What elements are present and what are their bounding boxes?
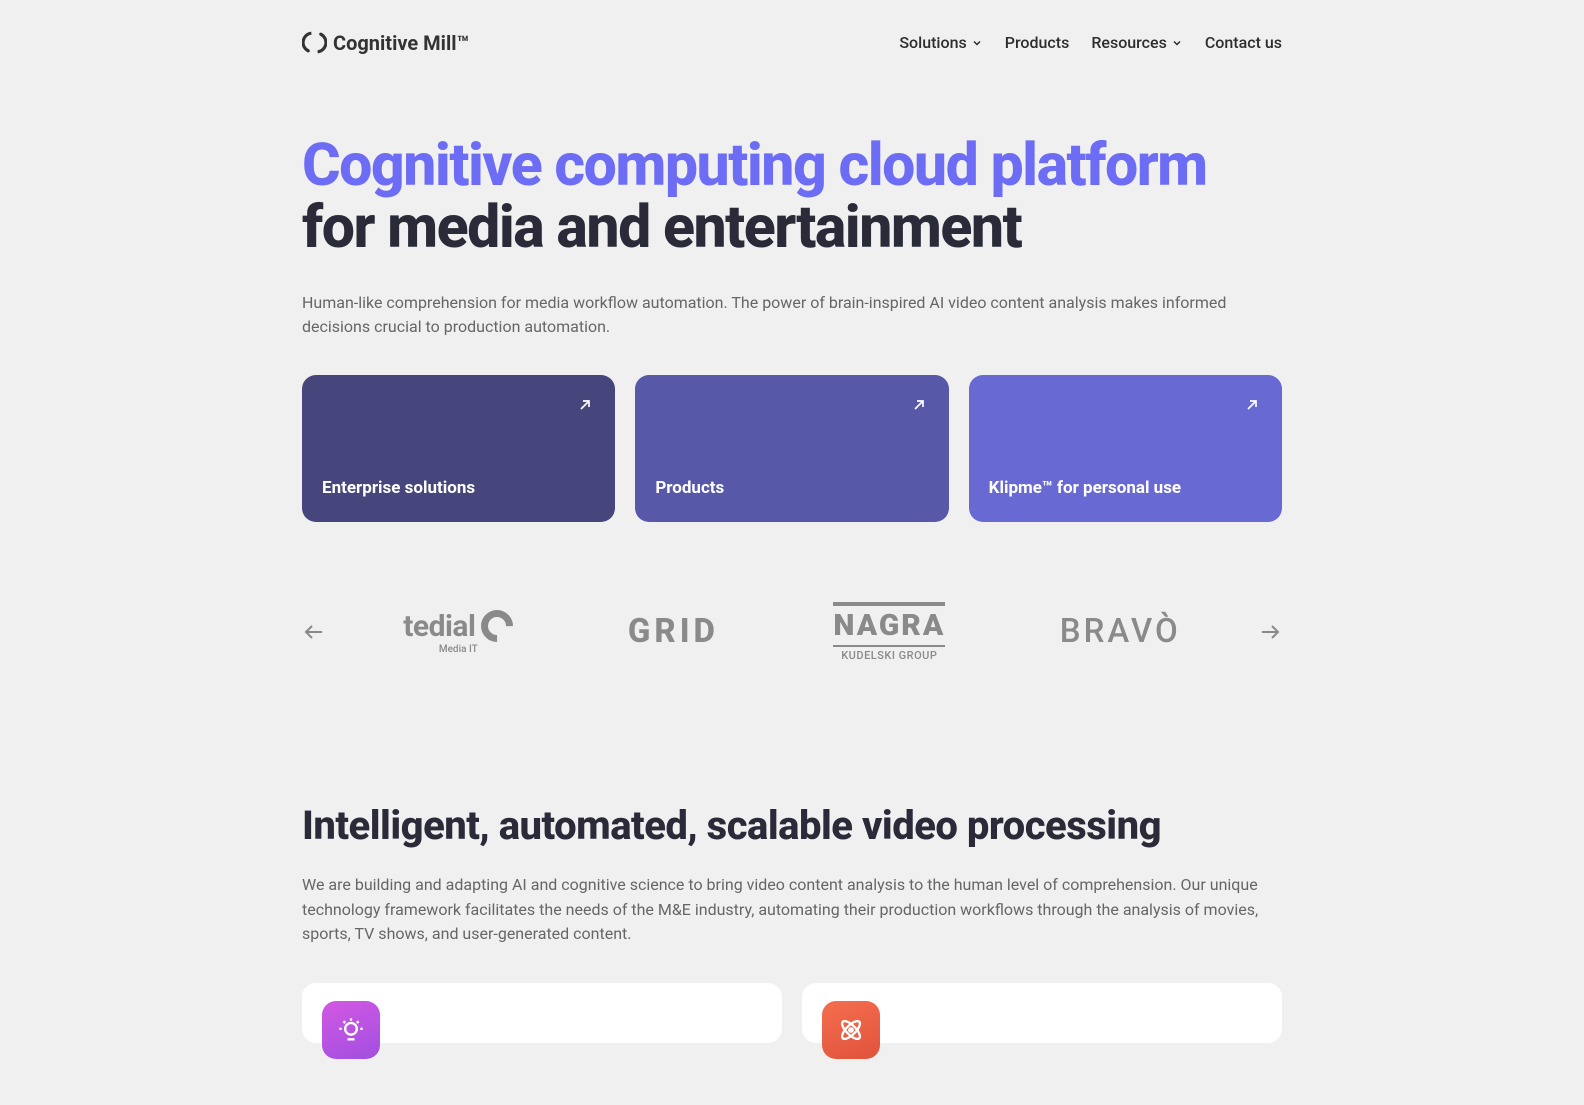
nav-products[interactable]: Products (1005, 33, 1070, 52)
arrow-up-right-icon (911, 397, 927, 413)
atom-icon (822, 1001, 880, 1059)
client-logo-bravo: BRAVÒ (1060, 612, 1181, 651)
tedial-mark-icon (475, 604, 520, 649)
section-body: We are building and adapting AI and cogn… (302, 873, 1282, 947)
main-header: Cognitive Mill™ Solutions Products Resou… (302, 0, 1282, 75)
hero-subtitle: Human-like comprehension for media workf… (302, 291, 1282, 339)
client-logo-nagra: NAGRA KUDELSKI GROUP (833, 602, 945, 662)
client-logos: tedial Media IT GRID NAGRA KUDELSKI GROU… (346, 602, 1238, 662)
nav-resources[interactable]: Resources (1091, 33, 1183, 52)
lightbulb-icon (322, 1001, 380, 1059)
hero-title-accent: Cognitive computing cloud platform (302, 131, 1207, 200)
nav-solutions[interactable]: Solutions (899, 33, 982, 52)
brand-name: Cognitive Mill™ (333, 31, 469, 55)
intro-section: Intelligent, automated, scalable video p… (302, 802, 1282, 1043)
feature-tile[interactable] (302, 983, 782, 1043)
feature-tile[interactable] (802, 983, 1282, 1043)
section-heading: Intelligent, automated, scalable video p… (302, 802, 1282, 849)
arrow-up-right-icon (577, 397, 593, 413)
nav-contact-label: Contact us (1205, 33, 1282, 52)
tedial-tagline: Media IT (439, 644, 478, 655)
card-label: Enterprise solutions (322, 478, 475, 498)
chevron-down-icon (971, 37, 983, 49)
feature-tiles (302, 983, 1282, 1043)
card-klipme-personal[interactable]: Klipme™ for personal use (969, 375, 1282, 522)
hero-section: Cognitive computing cloud platform for m… (302, 75, 1282, 522)
card-label: Products (655, 478, 724, 498)
chevron-down-icon (1171, 37, 1183, 49)
hero-title-dark: for media and entertainment (302, 193, 1021, 262)
tedial-logo-text: tedial (403, 609, 475, 644)
cta-cards: Enterprise solutions Products Klipme™ fo… (302, 375, 1282, 522)
client-logo-grid: GRID (628, 612, 719, 651)
primary-nav: Solutions Products Resources Contact us (899, 33, 1282, 52)
card-label: Klipme™ for personal use (989, 478, 1181, 498)
card-products[interactable]: Products (635, 375, 948, 522)
arrow-up-right-icon (1244, 397, 1260, 413)
nav-products-label: Products (1005, 33, 1070, 52)
nav-contact[interactable]: Contact us (1205, 33, 1282, 52)
nav-solutions-label: Solutions (899, 33, 966, 52)
hero-title: Cognitive computing cloud platform for m… (302, 135, 1282, 259)
nagra-tagline: KUDELSKI GROUP (841, 649, 937, 662)
client-logo-tedial: tedial Media IT (403, 609, 513, 655)
card-enterprise-solutions[interactable]: Enterprise solutions (302, 375, 615, 522)
carousel-prev-button[interactable] (302, 620, 326, 644)
nagra-logo-text: NAGRA (833, 602, 945, 647)
brand-logo[interactable]: Cognitive Mill™ (302, 30, 469, 55)
logo-icon (302, 30, 327, 55)
nav-resources-label: Resources (1091, 33, 1167, 52)
carousel-next-button[interactable] (1258, 620, 1282, 644)
client-logos-carousel: tedial Media IT GRID NAGRA KUDELSKI GROU… (302, 602, 1282, 662)
